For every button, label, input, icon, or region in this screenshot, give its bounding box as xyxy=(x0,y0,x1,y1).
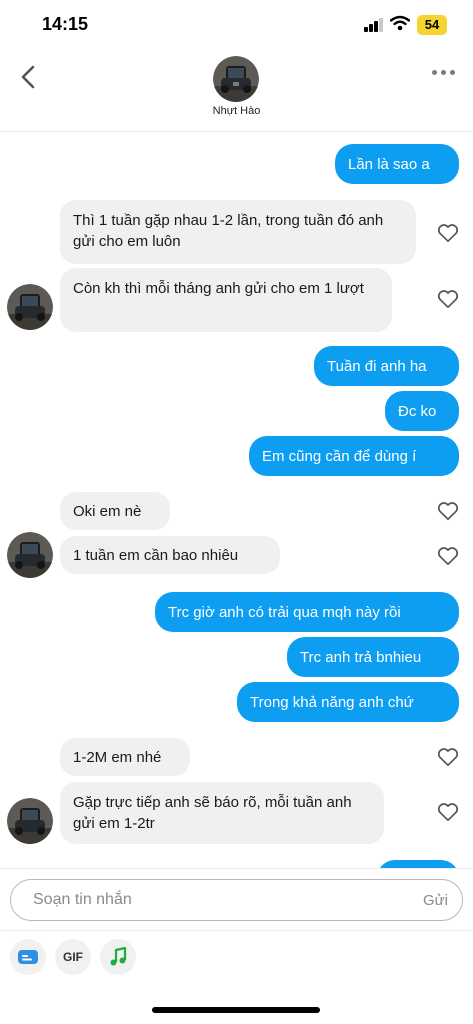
message-outgoing[interactable]: Trc giờ anh có trải qua mqh này rồi xyxy=(155,592,459,632)
message-outgoing-partial[interactable] xyxy=(377,860,459,868)
battery-indicator: 54 xyxy=(417,15,447,35)
sticker-icon xyxy=(18,950,38,964)
message-outgoing[interactable]: Đc ko xyxy=(385,391,459,431)
message-outgoing[interactable]: Tuần đi anh ha xyxy=(314,346,459,386)
chat-header: Nhựt Hào xyxy=(0,50,473,132)
message-outgoing[interactable]: Trc anh trả bnhieu xyxy=(287,637,459,677)
contact-avatar[interactable] xyxy=(213,56,259,102)
status-bar: 14:15 54 xyxy=(0,0,473,50)
status-time: 14:15 xyxy=(42,14,89,34)
home-indicator[interactable] xyxy=(152,1007,320,1013)
message-input[interactable]: Soạn tin nhắn Gửi xyxy=(10,879,463,921)
contact-avatar[interactable] xyxy=(7,284,53,330)
contact-avatar[interactable] xyxy=(7,798,53,844)
more-icon[interactable] xyxy=(432,68,458,76)
gif-button[interactable]: GIF xyxy=(55,939,91,975)
signal-icon xyxy=(364,18,384,32)
message-incoming[interactable]: Thì 1 tuần gặp nhau 1-2 lần, trong tuần … xyxy=(60,200,416,264)
message-list[interactable]: Lần là sao a Thì 1 tuần gặp nhau 1-2 lần… xyxy=(0,132,473,868)
music-icon xyxy=(110,947,127,966)
attachment-toolbar: GIF xyxy=(0,930,473,986)
heart-icon[interactable] xyxy=(437,802,459,822)
gif-icon: GIF xyxy=(63,950,83,964)
contact-avatar[interactable] xyxy=(7,532,53,578)
message-incoming[interactable]: Còn kh thì mỗi tháng anh gửi cho em 1 lư… xyxy=(60,268,392,332)
message-input-placeholder: Soạn tin nhắn xyxy=(33,891,132,908)
message-incoming[interactable]: 1 tuần em cần bao nhiêu xyxy=(60,536,280,574)
music-button[interactable] xyxy=(100,939,136,975)
heart-icon[interactable] xyxy=(437,501,459,521)
sticker-button[interactable] xyxy=(10,939,46,975)
composer: Soạn tin nhắn Gửi xyxy=(0,868,473,930)
wifi-icon xyxy=(390,15,410,31)
message-outgoing[interactable]: Em cũng cần để dùng í xyxy=(249,436,459,476)
message-incoming[interactable]: Gặp trực tiếp anh sẽ báo rõ, mỗi tuần an… xyxy=(60,782,384,844)
heart-icon[interactable] xyxy=(437,546,459,566)
contact-name[interactable]: Nhựt Hào xyxy=(0,105,473,117)
heart-icon[interactable] xyxy=(437,223,459,243)
message-incoming[interactable]: 1-2M em nhé xyxy=(60,738,190,776)
send-button[interactable]: Gửi xyxy=(423,892,448,909)
heart-icon[interactable] xyxy=(437,747,459,767)
message-outgoing[interactable]: Lần là sao a xyxy=(335,144,459,184)
message-outgoing[interactable]: Trong khả năng anh chứ xyxy=(237,682,459,722)
back-icon[interactable] xyxy=(16,64,42,90)
heart-icon[interactable] xyxy=(437,289,459,309)
message-incoming[interactable]: Oki em nè xyxy=(60,492,170,530)
